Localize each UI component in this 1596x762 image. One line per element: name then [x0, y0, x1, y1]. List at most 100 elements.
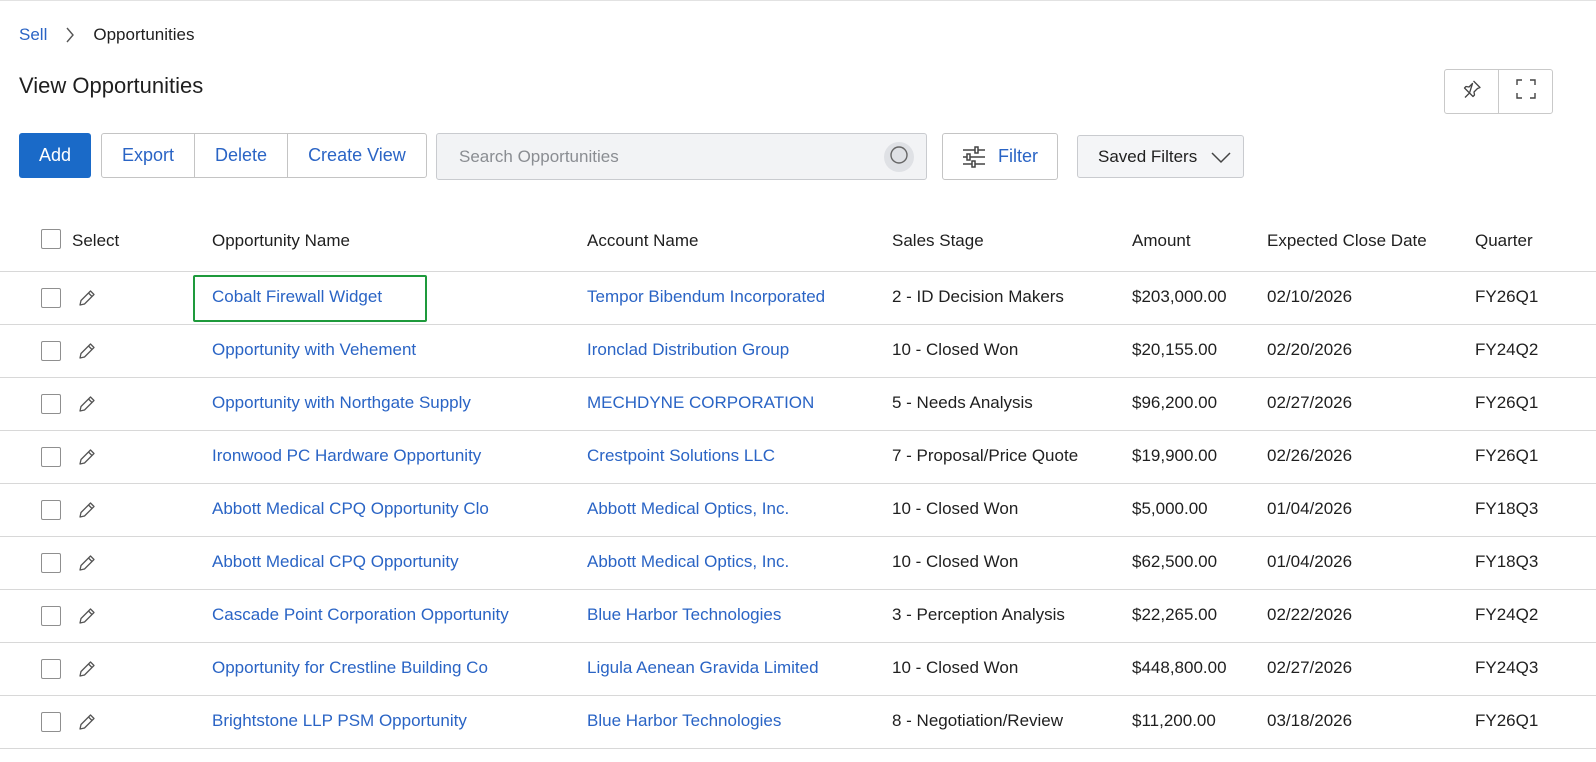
edit-button[interactable]: [76, 446, 98, 468]
search-icon: [889, 145, 909, 170]
account-name-link[interactable]: Tempor Bibendum Incorporated: [587, 287, 825, 307]
row-select-checkbox[interactable]: [41, 712, 61, 732]
edit-button[interactable]: [76, 340, 98, 362]
saved-filters-label: Saved Filters: [1098, 146, 1198, 166]
amount-cell: $22,265.00: [1132, 605, 1218, 624]
row-select-checkbox[interactable]: [41, 394, 61, 414]
quarter-cell: FY24Q2: [1475, 605, 1539, 624]
quarter-cell: FY18Q3: [1475, 552, 1539, 571]
fullscreen-button[interactable]: [1498, 70, 1552, 113]
table-row: Opportunity with Northgate Supply MECHDYN…: [0, 378, 1596, 431]
column-header-opportunity-name[interactable]: Opportunity Name: [212, 231, 350, 251]
create-view-button[interactable]: Create View: [287, 134, 426, 177]
delete-button[interactable]: Delete: [194, 134, 287, 177]
amount-cell: $62,500.00: [1132, 552, 1218, 571]
edit-button[interactable]: [76, 552, 98, 574]
row-select-checkbox[interactable]: [41, 659, 61, 679]
add-button[interactable]: Add: [19, 133, 91, 178]
sales-stage-cell: 8 - Negotiation/Review: [892, 711, 1064, 730]
account-name-link[interactable]: Ironclad Distribution Group: [587, 340, 789, 360]
opportunity-name-link[interactable]: Abbott Medical CPQ Opportunity Clo: [212, 499, 489, 519]
opportunity-name-link[interactable]: Opportunity with Vehement: [212, 340, 416, 360]
quarter-cell: FY24Q2: [1475, 340, 1539, 359]
opportunity-name-link[interactable]: Opportunity with Northgate Supply: [212, 393, 471, 413]
pin-icon: [1461, 78, 1483, 105]
breadcrumb-current: Opportunities: [93, 25, 195, 44]
sales-stage-cell: 10 - Closed Won: [892, 499, 1019, 518]
table-row: Abbott Medical CPQ Opportunity Abbott Med…: [0, 537, 1596, 590]
opportunity-name-link[interactable]: Opportunity for Crestline Building Co: [212, 658, 488, 678]
table-row: Cobalt Firewall Widget Tempor Bibendum In…: [0, 272, 1596, 325]
pencil-icon: [77, 447, 97, 467]
opportunity-name-link[interactable]: Ironwood PC Hardware Opportunity: [212, 446, 481, 466]
filter-button[interactable]: Filter: [942, 133, 1058, 180]
column-header-account-name[interactable]: Account Name: [587, 231, 699, 251]
amount-cell: $448,800.00: [1132, 658, 1227, 677]
row-select-checkbox[interactable]: [41, 553, 61, 573]
edit-button[interactable]: [76, 658, 98, 680]
edit-button[interactable]: [76, 393, 98, 415]
table-header: Select Opportunity Name Account Name Sal…: [0, 212, 1596, 272]
edit-button[interactable]: [76, 499, 98, 521]
table-row: Opportunity with Vehement Ironclad Distri…: [0, 325, 1596, 378]
pencil-icon: [77, 553, 97, 573]
sales-stage-cell: 7 - Proposal/Price Quote: [892, 446, 1079, 465]
account-name-link[interactable]: Ligula Aenean Gravida Limited: [587, 658, 819, 678]
quarter-cell: FY26Q1: [1475, 711, 1539, 730]
saved-filters-dropdown[interactable]: Saved Filters: [1077, 135, 1244, 178]
amount-cell: $20,155.00: [1132, 340, 1218, 359]
account-name-link[interactable]: Blue Harbor Technologies: [587, 605, 781, 625]
account-name-link[interactable]: Abbott Medical Optics, Inc.: [587, 552, 789, 572]
sales-stage-cell: 5 - Needs Analysis: [892, 393, 1033, 412]
account-name-link[interactable]: MECHDYNE CORPORATION: [587, 393, 814, 413]
column-header-sales-stage[interactable]: Sales Stage: [892, 231, 984, 251]
close-date-cell: 02/26/2026: [1267, 446, 1353, 465]
pin-button[interactable]: [1445, 70, 1498, 113]
row-select-checkbox[interactable]: [41, 500, 61, 520]
column-header-expected-close-date[interactable]: Expected Close Date: [1267, 231, 1427, 251]
table-row: Cascade Point Corporation Opportunity Blu…: [0, 590, 1596, 643]
sales-stage-cell: 3 - Perception Analysis: [892, 605, 1065, 624]
action-button-group: Export Delete Create View: [101, 133, 427, 178]
row-select-checkbox[interactable]: [41, 341, 61, 361]
edit-button[interactable]: [76, 711, 98, 733]
search-input[interactable]: [457, 145, 861, 168]
account-name-link[interactable]: Crestpoint Solutions LLC: [587, 446, 775, 466]
pencil-icon: [77, 500, 97, 520]
opportunity-name-link[interactable]: Cobalt Firewall Widget: [212, 287, 382, 307]
opportunity-name-link[interactable]: Brightstone LLP PSM Opportunity: [212, 711, 467, 731]
opportunities-table: Select Opportunity Name Account Name Sal…: [0, 212, 1596, 749]
table-row: Brightstone LLP PSM Opportunity Blue Harb…: [0, 696, 1596, 749]
opportunity-name-link[interactable]: Abbott Medical CPQ Opportunity: [212, 552, 459, 572]
export-button[interactable]: Export: [102, 134, 194, 177]
account-name-link[interactable]: Abbott Medical Optics, Inc.: [587, 499, 789, 519]
edit-button[interactable]: [76, 287, 98, 309]
opportunity-name-link[interactable]: Cascade Point Corporation Opportunity: [212, 605, 509, 625]
breadcrumb: Sell Opportunities: [19, 24, 194, 46]
select-all-checkbox[interactable]: [41, 229, 61, 249]
pencil-icon: [77, 341, 97, 361]
search-button[interactable]: [884, 142, 914, 172]
pencil-icon: [77, 712, 97, 732]
row-select-checkbox[interactable]: [41, 288, 61, 308]
table-row: Abbott Medical CPQ Opportunity Clo Abbott…: [0, 484, 1596, 537]
edit-button[interactable]: [76, 605, 98, 627]
page-actions: [1444, 69, 1553, 114]
chevron-right-icon: [65, 26, 75, 44]
row-select-checkbox[interactable]: [41, 447, 61, 467]
account-name-link[interactable]: Blue Harbor Technologies: [587, 711, 781, 731]
column-header-select: Select: [72, 231, 120, 250]
pencil-icon: [77, 394, 97, 414]
close-date-cell: 03/18/2026: [1267, 711, 1353, 730]
table-row: Ironwood PC Hardware Opportunity Crestpoi…: [0, 431, 1596, 484]
column-header-quarter[interactable]: Quarter: [1475, 231, 1533, 251]
quarter-cell: FY24Q3: [1475, 658, 1539, 677]
search-box: [436, 133, 927, 180]
column-header-amount[interactable]: Amount: [1132, 231, 1191, 251]
quarter-cell: FY26Q1: [1475, 446, 1539, 465]
close-date-cell: 01/04/2026: [1267, 552, 1353, 571]
breadcrumb-sell-link[interactable]: Sell: [19, 25, 47, 45]
quarter-cell: FY26Q1: [1475, 287, 1539, 306]
sales-stage-cell: 10 - Closed Won: [892, 658, 1019, 677]
row-select-checkbox[interactable]: [41, 606, 61, 626]
